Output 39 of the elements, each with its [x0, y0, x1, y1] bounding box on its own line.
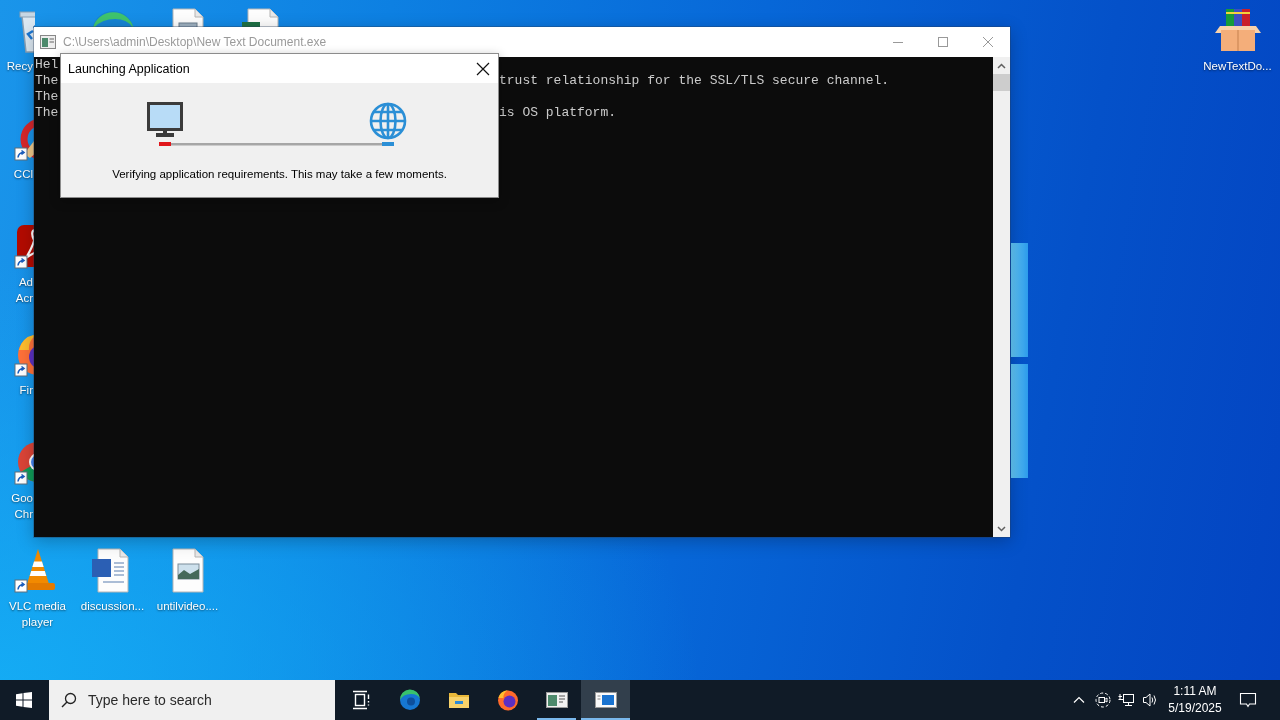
- monitor-icon: [147, 102, 183, 146]
- scrollbar-thumb[interactable]: [993, 74, 1010, 91]
- chevron-down-icon[interactable]: [997, 525, 1006, 532]
- archive-icon[interactable]: [1213, 6, 1262, 54]
- speaker-icon[interactable]: [1142, 692, 1158, 708]
- desktop-icon-label[interactable]: VLC media player: [0, 598, 75, 630]
- console-text: Hel: [35, 57, 59, 73]
- search-icon[interactable]: [61, 692, 77, 708]
- edge-icon[interactable]: [397, 688, 422, 712]
- window-title: C:\Users\admin\Desktop\New Text Document.exe: [63, 35, 328, 49]
- acrobat-icon[interactable]: [14, 222, 35, 270]
- dialog-title: Launching Application: [68, 61, 191, 76]
- console-text: is OS platform.: [499, 105, 617, 121]
- network-icon[interactable]: [1118, 692, 1134, 708]
- desktop-icon-label[interactable]: Ad Acr: [0, 274, 33, 306]
- desktop-icon-label[interactable]: Fir: [0, 382, 33, 398]
- desktop-icon-label[interactable]: NewTextDo...: [1200, 58, 1275, 74]
- desktop-icon-label[interactable]: untilvideo....: [150, 598, 225, 614]
- search-field[interactable]: Type here to search: [49, 680, 335, 720]
- console-text: trust relationship for the SSL/TLS secure channel.: [499, 73, 890, 89]
- status-message: Verifying application requirements. This may take a few moments.: [112, 167, 447, 182]
- globe-icon: [369, 102, 407, 146]
- app-button[interactable]: [581, 680, 630, 720]
- maximize-icon[interactable]: [937, 37, 948, 47]
- console-app-icon: [40, 34, 56, 50]
- desktop-icon-label[interactable]: Goo Chr: [0, 490, 33, 522]
- firefox-icon[interactable]: [495, 688, 520, 712]
- chevron-up-icon[interactable]: [997, 62, 1006, 69]
- windows-logo-icon[interactable]: [16, 692, 32, 708]
- desktop-icon-label[interactable]: CCl: [0, 166, 33, 182]
- close-icon[interactable]: [476, 61, 490, 76]
- console-text: The: [35, 73, 59, 89]
- desktop-icon-label[interactable]: discussion...: [75, 598, 150, 614]
- console-text: The: [35, 89, 59, 105]
- console-text: The: [35, 105, 59, 121]
- desktop-icon-label[interactable]: Recy: [0, 58, 33, 74]
- camera-icon[interactable]: [1094, 692, 1111, 708]
- notification-icon[interactable]: [1239, 691, 1257, 709]
- clock-button[interactable]: 1:11 AM 5/19/2025: [1162, 680, 1228, 720]
